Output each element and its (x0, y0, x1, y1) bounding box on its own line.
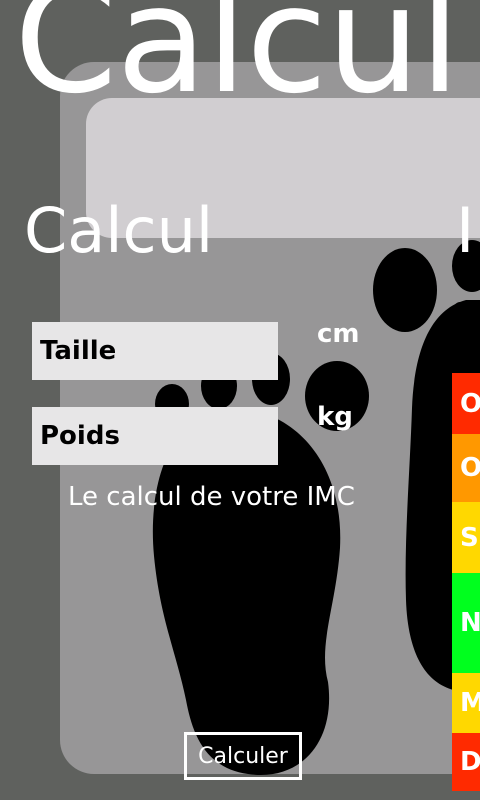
bmi-legend: O O S N M D (452, 373, 480, 791)
next-panel-checkbox (454, 302, 480, 342)
weight-unit-label: kg (317, 402, 353, 432)
pivot-header-calcul[interactable]: Calcul (24, 200, 213, 262)
app-screen: Calcul Calcul I cm kg Le calcul de votre… (0, 0, 480, 800)
weight-input[interactable] (32, 407, 278, 465)
legend-item: D (452, 733, 480, 791)
legend-item-letter: D (460, 747, 480, 777)
result-text: Le calcul de votre IMC (68, 482, 355, 512)
legend-item: O (452, 373, 480, 434)
height-input[interactable] (32, 322, 278, 380)
legend-item: N (452, 573, 480, 673)
legend-item: M (452, 673, 480, 733)
legend-item-letter: S (460, 522, 479, 553)
calculate-button[interactable]: Calculer (184, 732, 302, 780)
right-foot-big-toe (373, 248, 437, 332)
legend-item-letter: O (460, 453, 480, 483)
legend-item-letter: O (460, 388, 480, 419)
app-title: Calcul (14, 0, 460, 126)
pivot-header-next[interactable]: I (456, 200, 474, 262)
legend-item: O (452, 434, 480, 502)
legend-item-letter: M (460, 688, 480, 718)
height-unit-label: cm (317, 319, 360, 349)
legend-item: S (452, 502, 480, 573)
legend-item-letter: N (460, 608, 480, 638)
